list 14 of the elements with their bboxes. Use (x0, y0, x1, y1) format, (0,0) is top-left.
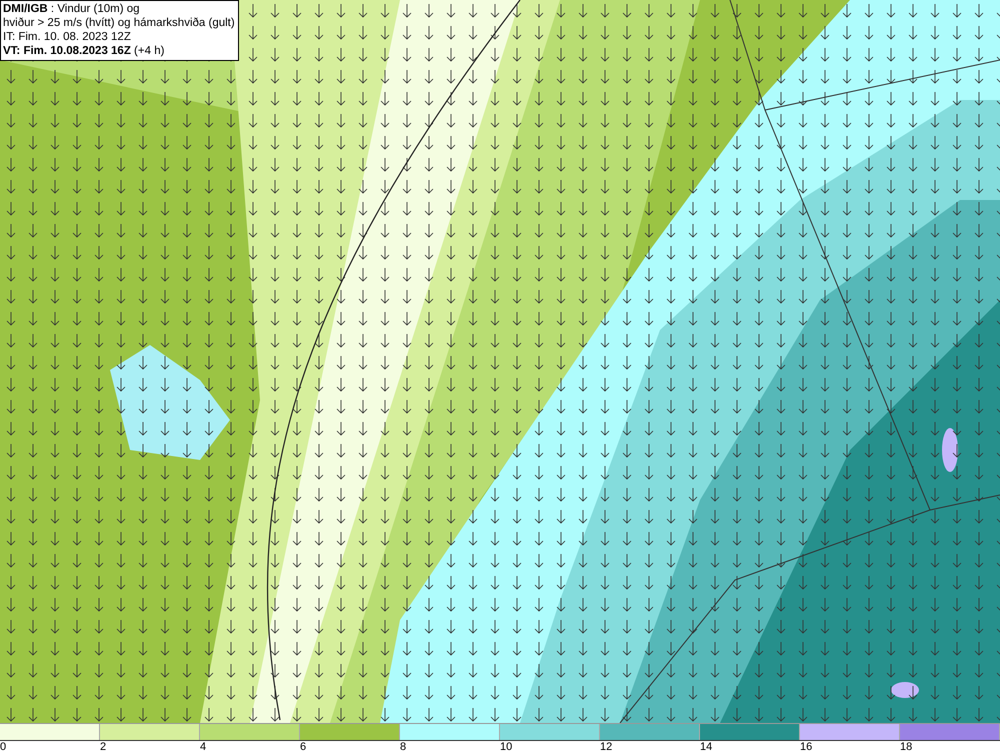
info-text: IT: Fim. 10. 08. 2023 12Z (3, 30, 132, 44)
legend-label: 4 (200, 741, 206, 753)
legend-label: 16 (800, 741, 812, 753)
legend-label: 10 (500, 741, 512, 753)
legend-label: 18 (900, 741, 912, 753)
legend-label: 14 (700, 741, 712, 753)
info-text: VT: Fim. 10.08.2023 16Z (+4 h) (3, 44, 166, 58)
legend-label: 6 (300, 741, 306, 753)
legend-label: 8 (400, 741, 406, 753)
info-text: hviður > 25 m/s (hvítt) og hámarkshviða (gult) (3, 16, 235, 30)
legend-label: 12 (600, 741, 612, 753)
legend-label: 0 (0, 741, 6, 753)
info-text: DMI/IGB : Vindur (10m) og (3, 2, 141, 16)
legend-label: 2 (100, 741, 106, 753)
